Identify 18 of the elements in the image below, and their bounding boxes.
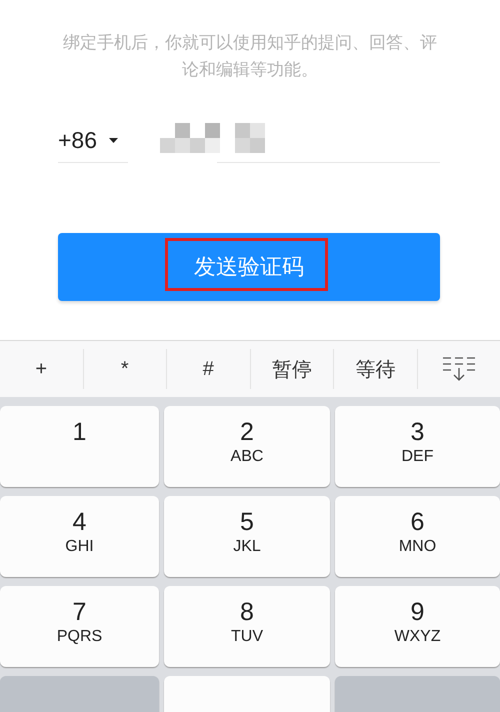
keypad-key[interactable]: 9 WXYZ <box>335 586 500 667</box>
keypad-key[interactable]: 5 JKL <box>164 496 330 577</box>
toolbar-key[interactable]: + <box>35 358 48 380</box>
toolbar-key[interactable]: * <box>120 358 129 380</box>
keypad-key[interactable]: 1 <box>0 406 159 487</box>
keypad-key[interactable]: 8 TUV <box>164 586 330 667</box>
keypad-key[interactable]: 3 DEF <box>335 406 500 487</box>
keypad-key[interactable]: 2 ABC <box>164 406 330 487</box>
toolbar-key[interactable]: 暂停 <box>272 356 312 382</box>
toolbar-key[interactable]: 等待 <box>355 356 396 382</box>
keypad-key[interactable]: 4 GHI <box>0 496 159 577</box>
toolbar-key[interactable]: # <box>202 358 214 380</box>
country-code-dropdown[interactable]: +86 <box>58 118 128 163</box>
keypad-key[interactable]: 6 MNO <box>335 496 500 577</box>
keyboard-collapse-icon[interactable] <box>442 356 476 382</box>
keypad-key[interactable]: 7 PQRS <box>0 586 159 667</box>
caret-icon <box>109 138 118 142</box>
hint-text: 绑定手机后，你就可以使用知乎的提问、回答、评论和编辑等功能。 <box>62 32 438 82</box>
